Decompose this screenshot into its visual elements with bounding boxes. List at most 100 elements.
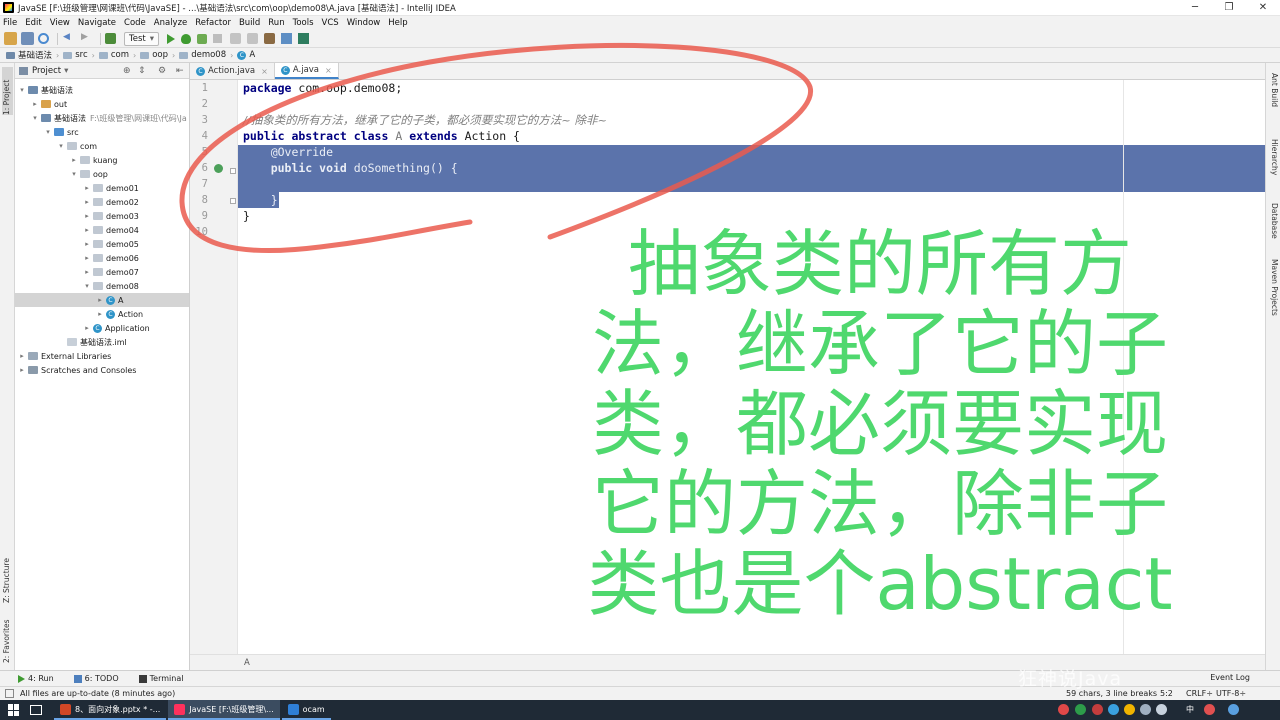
menu-build[interactable]: Build [239,18,260,28]
chevron-down-icon[interactable]: ▾ [18,86,26,94]
tree-item[interactable]: ▾ com [15,139,189,153]
tool-windows-icon[interactable] [5,689,14,698]
breadcrumb-com[interactable]: com › [98,50,136,60]
chevron-down-icon[interactable]: ▾ [31,114,39,122]
chevron-right-icon[interactable]: ▸ [31,100,39,108]
tree-item[interactable]: ▸ Scratches and Consoles [15,363,189,377]
chevron-down-icon[interactable]: ▾ [64,66,68,76]
chevron-right-icon[interactable]: ▸ [83,212,91,220]
chevron-down-icon[interactable]: ▾ [83,282,91,290]
tree-item[interactable]: ▸ demo03 [15,209,189,223]
tree-item[interactable]: ▾ 基础语法 F:\班级管理\网课班\代码\Ja [15,111,189,125]
taskbar-item-intellij[interactable]: JavaSE [F:\班级管理\... [168,700,280,720]
tray-app-icon[interactable] [1228,704,1239,715]
tree-item[interactable]: ▸ out [15,97,189,111]
run-configuration-select[interactable]: Test ▾ [124,31,160,46]
chevron-right-icon[interactable]: ▸ [70,156,78,164]
tree-item[interactable]: ▸ kuang [15,153,189,167]
chevron-right-icon[interactable]: ▸ [83,226,91,234]
tool-tab-ant-build[interactable]: Ant Build [1268,73,1279,123]
tree-item[interactable]: ▸ demo07 [15,265,189,279]
tree-item[interactable]: ▸ C Application [15,321,189,335]
breadcrumb-src[interactable]: src › [63,50,95,60]
menu-analyze[interactable]: Analyze [154,18,188,28]
menu-view[interactable]: View [50,18,70,28]
tray-app-icon[interactable] [1092,704,1103,715]
tab-todo[interactable]: 6: TODO [73,674,119,683]
encoding-select[interactable]: UTF-8÷ [1216,687,1246,700]
chevron-right-icon[interactable]: ▸ [18,352,26,360]
chevron-right-icon[interactable]: ▸ [18,366,26,374]
menu-tools[interactable]: Tools [293,18,314,28]
chevron-right-icon[interactable]: ▸ [83,268,91,276]
close-button[interactable]: ✕ [1246,0,1280,16]
tool-tab-database[interactable]: Database [1268,203,1279,253]
scroll-from-source-icon[interactable]: ⊕ [123,66,131,76]
chevron-right-icon[interactable]: ▸ [96,296,104,304]
tree-item[interactable]: 基础语法.iml [15,335,189,349]
tool-tab-favorites[interactable]: 2: Favorites [2,609,13,663]
back-arrow-icon[interactable] [62,32,75,45]
save-all-icon[interactable] [21,32,34,45]
menu-file[interactable]: File [3,18,17,28]
tree-item[interactable]: ▸ demo06 [15,251,189,265]
tray-network-icon[interactable] [1140,704,1151,715]
project-view-select[interactable]: Project [32,66,61,76]
chevron-right-icon[interactable]: ▸ [83,240,91,248]
breadcrumb-module[interactable]: 基础语法 › [6,49,59,61]
tree-item[interactable]: ▸ C Action [15,307,189,321]
tree-item[interactable]: ▾ 基础语法 [15,83,189,97]
tray-app-icon[interactable] [1058,704,1069,715]
synchronize-icon[interactable] [38,33,49,44]
tool-tab-structure[interactable]: Z: Structure [2,543,13,603]
windows-start-icon[interactable] [8,704,20,716]
taskbar-item-ocam[interactable]: ocam [281,700,331,720]
tab-run[interactable]: 4: Run [18,674,54,683]
tray-app-icon[interactable] [1108,704,1119,715]
forward-arrow-icon[interactable] [79,32,92,45]
chevron-down-icon[interactable]: ▾ [70,170,78,178]
tree-item[interactable]: ▸ External Libraries [15,349,189,363]
tree-item[interactable]: ▸ demo04 [15,223,189,237]
menu-code[interactable]: Code [124,18,146,28]
menu-window[interactable]: Window [347,18,381,28]
chevron-right-icon[interactable]: ▸ [83,254,91,262]
task-view-icon[interactable] [30,705,42,715]
chevron-down-icon[interactable]: ▾ [57,142,65,150]
chevron-right-icon[interactable]: ▸ [83,198,91,206]
minimize-button[interactable]: ─ [1178,0,1212,16]
restore-button[interactable]: ❐ [1212,0,1246,16]
menu-help[interactable]: Help [388,18,407,28]
tree-item[interactable]: ▸ demo05 [15,237,189,251]
tray-app-icon[interactable] [1124,704,1135,715]
menu-run[interactable]: Run [268,18,284,28]
tree-item[interactable]: ▾ src [15,125,189,139]
tree-item[interactable]: ▸ demo01 [15,181,189,195]
tree-item[interactable]: ▾ demo08 [15,279,189,293]
menu-vcs[interactable]: VCS [322,18,339,28]
menu-refactor[interactable]: Refactor [195,18,231,28]
menu-navigate[interactable]: Navigate [78,18,116,28]
gear-icon[interactable]: ⚙ [158,66,166,76]
tree-item[interactable]: ▾ oop [15,167,189,181]
chevron-right-icon[interactable]: ▸ [83,324,91,332]
chevron-down-icon[interactable]: ▾ [44,128,52,136]
tree-item[interactable]: ▸ C A [15,293,189,307]
tab-terminal[interactable]: Terminal [138,674,183,683]
collapse-all-icon[interactable]: ⇕ [138,66,146,76]
menu-edit[interactable]: Edit [25,18,41,28]
ime-indicator[interactable]: 中 [1186,704,1194,715]
tool-tab-maven-projects[interactable]: Maven Projects [1268,259,1279,339]
tray-wechat-icon[interactable] [1075,704,1086,715]
tool-tab-project[interactable]: 1: Project [2,67,13,115]
cursor-position[interactable]: 5:2 [1160,687,1173,700]
tray-app-icon[interactable] [1204,704,1215,715]
chevron-right-icon[interactable]: ▸ [83,184,91,192]
event-log-button[interactable]: Event Log [1210,673,1250,682]
open-folder-icon[interactable] [4,32,17,45]
tool-tab-hierarchy[interactable]: Hierarchy [1268,139,1279,199]
build-project-icon[interactable] [105,33,116,44]
line-separator-select[interactable]: CRLF÷ [1186,687,1213,700]
tree-item[interactable]: ▸ demo02 [15,195,189,209]
chevron-right-icon[interactable]: ▸ [96,310,104,318]
